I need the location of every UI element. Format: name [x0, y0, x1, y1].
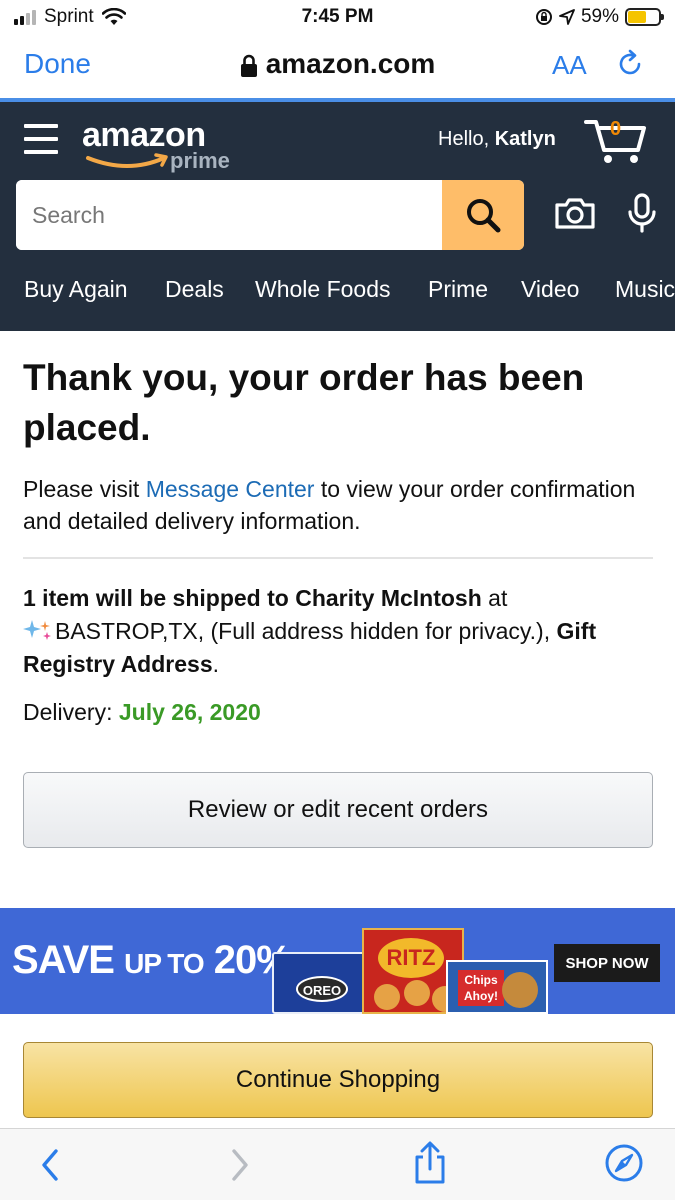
chips-ahoy-label: Chips Ahoy!: [458, 970, 504, 1006]
cart-count: 0: [610, 118, 622, 140]
nav-video[interactable]: Video: [521, 276, 579, 303]
lock-icon: [240, 54, 257, 77]
reload-icon[interactable]: [614, 48, 646, 80]
compass-icon[interactable]: [604, 1143, 644, 1183]
status-bar: Sprint 7:45 PM 59%: [0, 0, 675, 34]
promo-banner[interactable]: SAVE UP TO 20% OREO RITZ Chips Ahoy! SHO…: [0, 908, 675, 1014]
url-text: amazon.com: [265, 48, 436, 79]
search-icon: [467, 199, 501, 233]
ship-address: BASTROP,TX, (Full address hidden for pri…: [55, 618, 551, 644]
page-title: Thank you, your order has been placed.: [23, 357, 585, 448]
battery-level: [628, 11, 646, 23]
text-size-button[interactable]: AA: [552, 50, 587, 81]
up-to-text: UP TO: [124, 948, 205, 979]
search-button[interactable]: [442, 180, 524, 250]
status-right: 59%: [535, 6, 664, 28]
nav-whole-foods[interactable]: Whole Foods: [255, 276, 391, 303]
cookie-image: [502, 972, 538, 1008]
browser-top-bar: Done amazon.com AA: [0, 34, 675, 98]
account-greeting[interactable]: Hello, Katlyn: [438, 128, 556, 151]
logo-prime: prime: [170, 148, 230, 173]
orientation-lock-icon: [535, 9, 552, 25]
delivery-date: July 26, 2020: [118, 699, 261, 725]
nav-music[interactable]: Music: [615, 276, 675, 303]
oreo-label: OREO: [296, 976, 348, 1002]
chips-ahoy-package-image: Chips Ahoy!: [446, 960, 548, 1014]
cart-button[interactable]: 0: [584, 116, 648, 166]
visit-prefix: Please visit: [23, 476, 140, 502]
user-name: Katlyn: [494, 128, 556, 150]
search-input[interactable]: [16, 180, 442, 250]
message-center-note: Please visit Message Center to view your…: [23, 473, 653, 537]
review-orders-button[interactable]: Review or edit recent orders: [23, 772, 653, 848]
nav-deals[interactable]: Deals: [165, 276, 224, 303]
save-headline: SAVE UP TO 20%: [12, 938, 292, 983]
greeting-prefix: Hello,: [438, 128, 490, 150]
message-center-link[interactable]: Message Center: [146, 476, 315, 502]
ship-at: at: [488, 585, 508, 611]
ritz-label: RITZ: [378, 938, 444, 978]
nav-prime[interactable]: Prime: [428, 276, 488, 303]
delivery-info: Delivery: July 26, 2020: [23, 699, 261, 726]
camera-icon[interactable]: [554, 196, 596, 230]
search-bar: [16, 180, 524, 250]
shop-now-button[interactable]: SHOP NOW: [554, 944, 660, 982]
cracker-image: [404, 980, 430, 1006]
location-arrow-icon: [559, 9, 575, 25]
shipping-info: 1 item will be shipped to Charity McInto…: [23, 582, 653, 681]
battery-percent: 59%: [580, 6, 619, 27]
smile-arrow-icon: [86, 153, 168, 168]
amazon-prime-logo[interactable]: amazon prime: [82, 116, 242, 176]
delivery-label: Delivery:: [23, 699, 113, 725]
ship-period: .: [212, 651, 219, 677]
battery-icon: [625, 8, 664, 26]
divider: [23, 557, 653, 559]
continue-shopping-button[interactable]: Continue Shopping: [23, 1042, 653, 1118]
share-icon[interactable]: [412, 1141, 448, 1185]
ship-summary: 1 item will be shipped to Charity McInto…: [23, 585, 482, 611]
menu-icon[interactable]: [24, 124, 58, 154]
browser-toolbar: [0, 1128, 675, 1200]
oreo-package-image: OREO: [272, 952, 368, 1014]
microphone-icon[interactable]: [626, 192, 658, 234]
save-word: SAVE: [12, 938, 115, 982]
forward-icon[interactable]: [226, 1145, 254, 1185]
cracker-image: [374, 984, 400, 1010]
registry-sparkle-icon: [23, 620, 51, 640]
amazon-header: amazon prime Hello, Katlyn 0 Search Buy …: [0, 102, 675, 331]
back-icon[interactable]: [36, 1145, 64, 1185]
nav-buy-again[interactable]: Buy Again: [24, 276, 128, 303]
category-nav: Buy Again Deals Whole Foods Prime Video …: [0, 272, 675, 312]
